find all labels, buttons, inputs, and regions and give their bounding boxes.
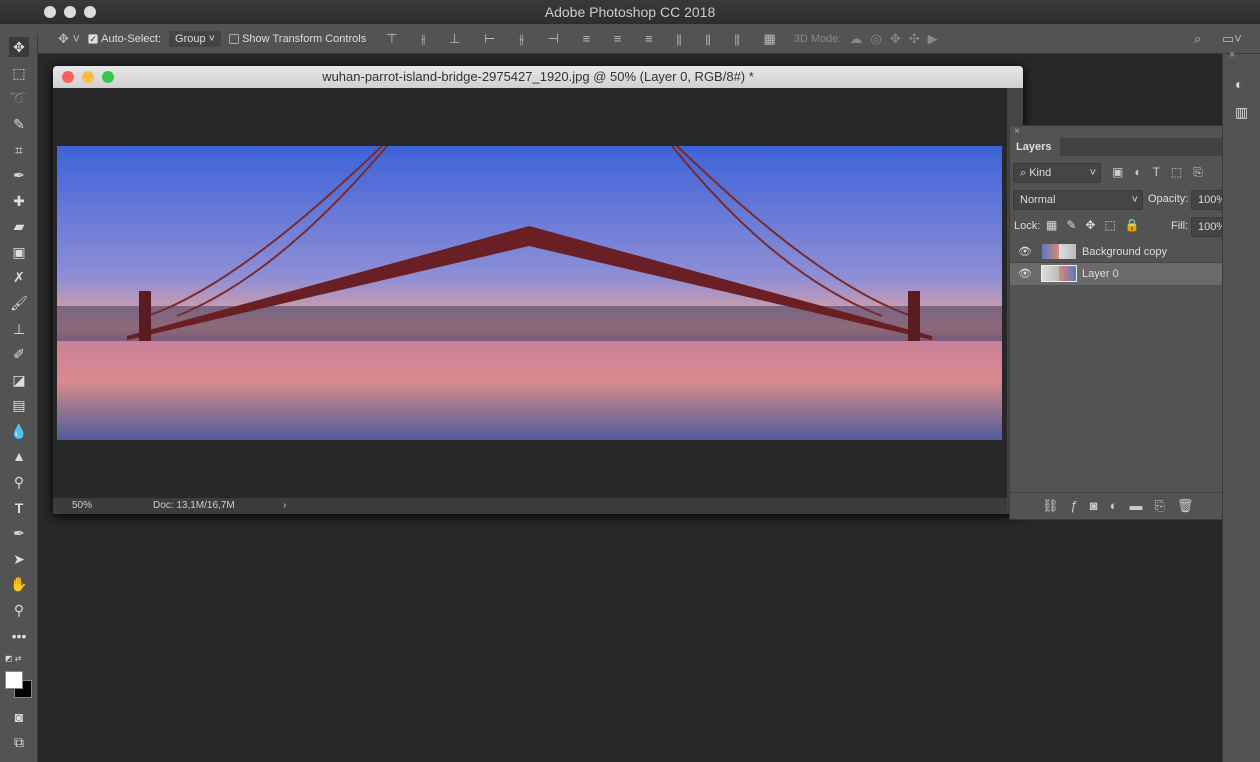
sharpen-tool-icon[interactable]: ▲ (9, 446, 29, 466)
search-icon[interactable]: ⌕ (1194, 31, 1201, 47)
lock-icons[interactable]: ▦✎✥⬚🔒 (1046, 218, 1149, 232)
default-colors-icon[interactable]: ◩ ⇄ (5, 654, 21, 663)
pen-tool-icon[interactable]: ✒ (9, 523, 29, 543)
art-history-icon[interactable]: ✐ (9, 344, 29, 364)
doc-close-button[interactable] (62, 71, 74, 83)
blur-tool-icon[interactable]: 💧 (9, 421, 29, 441)
tools-panel: ✥ ⬚ ➰ ✎ ⌗ ✒ ✚ ▰ ▣ ✗ 🖌 ⊥ ✐ ◪ ▤ 💧 ▲ ⚲ T ✒ … (0, 34, 38, 762)
layer-row-selected[interactable]: 👁 Layer 0 (1010, 263, 1230, 285)
doc-zoom-button[interactable] (102, 71, 114, 83)
more-tools-icon[interactable]: ••• (9, 626, 29, 646)
app-title-bar: Adobe Photoshop CC 2018 (0, 0, 1260, 24)
document-title-bar: wuhan-parrot-island-bridge-2975427_1920.… (53, 66, 1023, 88)
group-value: Group (175, 32, 206, 45)
status-bar: 50% Doc: 13,1M/16,7M › (53, 498, 1007, 514)
layers-panel: × « Layers ≡ ⌕ Kind˅ ▣◐T⬚⎘ Normal˅ Opaci… (1009, 125, 1243, 520)
fill-label: Fill: (1171, 220, 1189, 232)
eraser-tool-icon[interactable]: ◪ (9, 370, 29, 390)
opacity-label: Opacity: (1148, 193, 1189, 205)
clone-stamp-icon[interactable]: ⊥ (9, 319, 29, 339)
close-window-button[interactable] (44, 6, 56, 18)
auto-select-checkbox[interactable]: ✓ Auto-Select: (88, 33, 161, 45)
healing-tool-icon[interactable]: ✚ (9, 191, 29, 211)
left-tower (139, 291, 151, 341)
crop-tool-icon[interactable]: ⌗ (9, 140, 29, 160)
close-panel-icon[interactable]: × (1014, 126, 1020, 137)
panel-tab-bar: Layers ≡ (1010, 138, 1242, 156)
minimize-window-button[interactable] (64, 6, 76, 18)
paint-brush-icon[interactable]: 🖌 (9, 293, 29, 313)
screen-mode-icon[interactable]: ⧉ (9, 732, 29, 752)
document-title: wuhan-parrot-island-bridge-2975427_1920.… (322, 69, 754, 84)
visibility-eye-icon[interactable]: 👁 (1018, 263, 1032, 285)
stamp-tool-icon[interactable]: ▣ (9, 242, 29, 262)
layer-thumbnail (1042, 244, 1076, 259)
marquee-tool-icon[interactable]: ⬚ (9, 63, 29, 83)
quick-mask-icon[interactable]: ◙ (9, 707, 29, 727)
show-transform-checkbox[interactable]: Show Transform Controls (229, 33, 366, 45)
canvas-image[interactable] (57, 146, 1002, 440)
move-tool-preset-icon[interactable]: ✥ ˅ (58, 31, 80, 47)
doc-size: Doc: 13,1M/16,7M (153, 500, 235, 511)
document-window: wuhan-parrot-island-bridge-2975427_1920.… (53, 66, 1023, 514)
foreground-color-swatch[interactable] (5, 671, 23, 689)
zoom-tool-icon[interactable]: ⚲ (9, 600, 29, 620)
show-transform-label: Show Transform Controls (242, 32, 367, 45)
3d-mode-icons[interactable]: ☁◎✥✣▶ (849, 31, 945, 47)
quick-select-tool-icon[interactable]: ✎ (9, 114, 29, 134)
zoom-level[interactable]: 50% (72, 498, 92, 514)
blend-mode-dropdown[interactable]: Normal ˅ (1013, 190, 1143, 210)
skyline (57, 306, 1002, 341)
auto-select-label: Auto-Select: (101, 32, 162, 45)
3d-mode-label: 3D Mode: (793, 32, 842, 45)
histogram-panel-icon[interactable]: ▥ (1235, 104, 1248, 121)
layer-thumbnail (1041, 265, 1077, 282)
eyedropper-tool-icon[interactable]: ✒ (9, 165, 29, 185)
filter-kind-dropdown[interactable]: ⌕ Kind ˅ (1013, 163, 1101, 183)
history-brush-icon[interactable]: ✗ (9, 267, 29, 287)
app-title: Adobe Photoshop CC 2018 (544, 4, 716, 20)
hand-tool-icon[interactable]: ✋ (9, 574, 29, 594)
collapsed-panels-strip: × ◐ ▥ (1222, 49, 1260, 762)
type-tool-icon[interactable]: T (9, 498, 29, 518)
layer-name: Layer 0 (1082, 268, 1119, 280)
close-dock-icon[interactable]: × (1229, 49, 1235, 61)
filter-kind-value: Kind (1029, 167, 1052, 179)
brush-tool-icon[interactable]: ▰ (9, 216, 29, 236)
status-menu-arrow[interactable]: › (283, 498, 286, 514)
path-selection-icon[interactable]: ➤ (9, 549, 29, 569)
adjustments-panel-icon[interactable]: ◐ (1235, 76, 1243, 92)
layer-actions-bar[interactable]: ⛓ƒ◙◐▬⎘🗑 (1010, 492, 1242, 518)
dodge-tool-icon[interactable]: ⚲ (9, 472, 29, 492)
filter-icons[interactable]: ▣◐T⬚⎘ (1112, 165, 1214, 180)
align-icons[interactable]: ⊤ ⫲ ⊥ ⊢ ⫳ ⊣ ≡ ≡ ≡ ⫴ ⫴ ⫴ ▦ (386, 31, 786, 47)
layer-name: Background copy (1082, 246, 1167, 258)
auto-select-target-dropdown[interactable]: Group ˅ (169, 30, 222, 47)
lock-label: Lock: (1014, 220, 1041, 232)
gradient-tool-icon[interactable]: ▤ (9, 395, 29, 415)
visibility-eye-icon[interactable]: 👁 (1018, 241, 1032, 263)
zoom-window-button[interactable] (84, 6, 96, 18)
lasso-tool-icon[interactable]: ➰ (9, 88, 29, 108)
blend-mode-value: Normal (1020, 194, 1056, 206)
right-tower (908, 291, 920, 341)
layer-row[interactable]: 👁 Background copy (1010, 241, 1230, 263)
tab-layers[interactable]: Layers (1010, 138, 1060, 156)
workspace-icon[interactable]: ▭˅ (1222, 31, 1242, 47)
doc-minimize-button[interactable] (82, 71, 94, 83)
move-tool-icon[interactable]: ✥ (9, 37, 29, 57)
options-bar: ✥ ˅ ✓ Auto-Select: Group ˅ Show Transform… (0, 24, 1260, 54)
